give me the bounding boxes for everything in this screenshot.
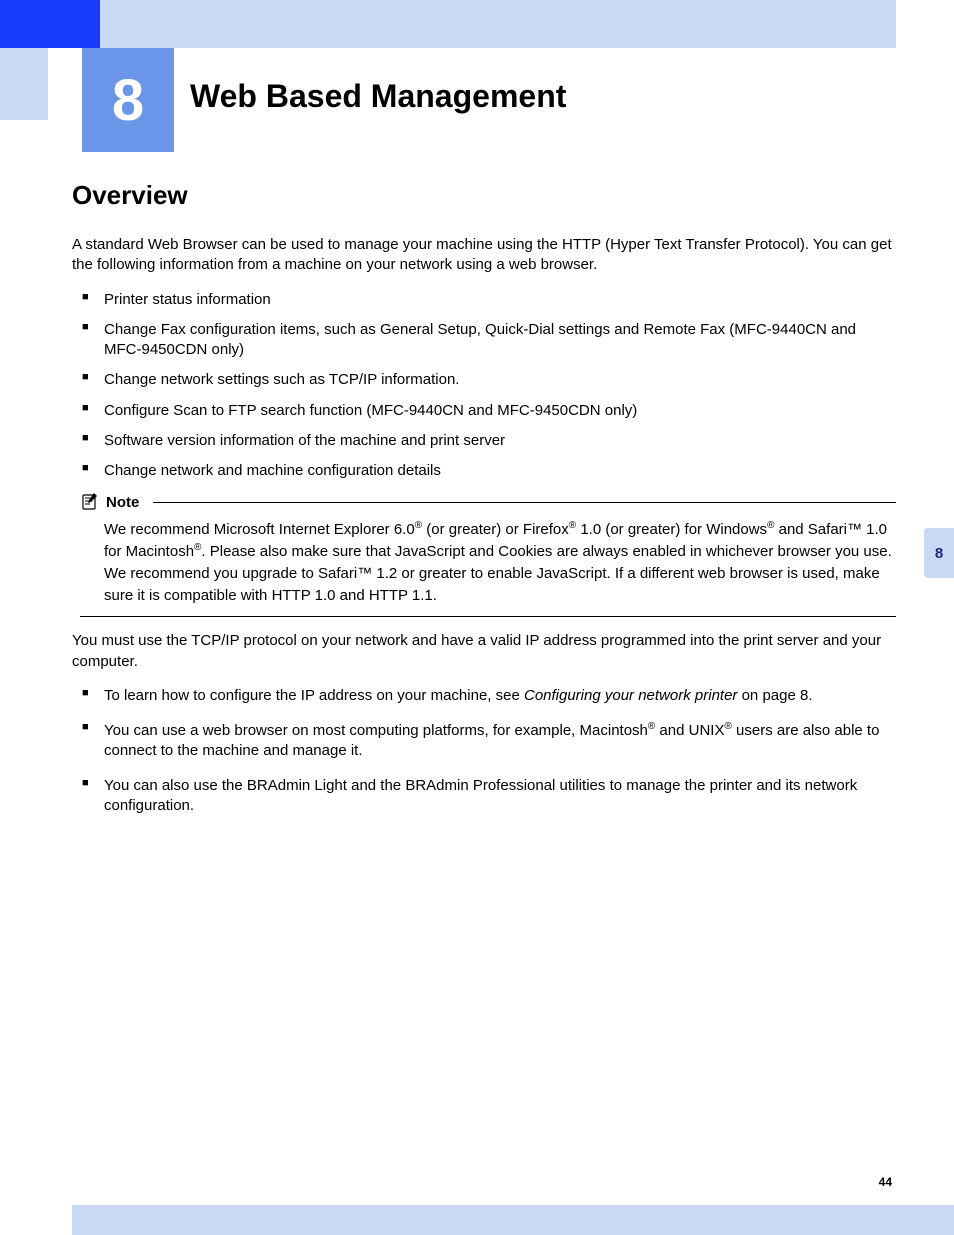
note-text: . Please also make sure that JavaScript … [104, 543, 892, 604]
bullet-text: To learn how to configure the IP address… [104, 687, 524, 704]
side-tab-number: 8 [935, 545, 943, 562]
overview-heading: Overview [72, 180, 896, 211]
list-item: To learn how to configure the IP address… [76, 686, 896, 706]
note-text: 1.0 (or greater) for Windows [576, 521, 767, 538]
note-label: Note [106, 494, 139, 511]
list-item: You can also use the BRAdmin Light and t… [76, 776, 896, 817]
chapter-number-box: 8 [82, 48, 174, 152]
list-item: Software version information of the mach… [76, 431, 896, 451]
note-block: Note We recommend Microsoft Internet Exp… [80, 493, 896, 617]
note-text: (or greater) or Firefox [422, 521, 569, 538]
note-divider-top [153, 502, 896, 503]
registered-mark: ® [724, 721, 731, 732]
bullet-text: You can use a web browser on most comput… [104, 722, 648, 739]
registered-mark: ® [415, 520, 422, 531]
note-icon [80, 493, 100, 511]
list-item: Change network settings such as TCP/IP i… [76, 370, 896, 390]
page-number: 44 [879, 1175, 892, 1189]
header-accent-right [100, 0, 896, 48]
chapter-title: Web Based Management [190, 78, 566, 115]
footer-accent-strip [72, 1205, 954, 1235]
list-item: Change Fax configuration items, such as … [76, 320, 896, 361]
chapter-number: 8 [112, 67, 144, 134]
overview-intro: A standard Web Browser can be used to ma… [72, 235, 896, 276]
chapter-side-tab[interactable]: 8 [924, 528, 954, 578]
main-content: Overview A standard Web Browser can be u… [72, 180, 896, 830]
bullet-text: and UNIX [655, 722, 724, 739]
note-header: Note [80, 493, 896, 511]
note-text: We recommend Microsoft Internet Explorer… [104, 521, 415, 538]
list-item: Change network and machine configuration… [76, 461, 896, 481]
left-accent-bar [0, 48, 48, 120]
list-item: Printer status information [76, 290, 896, 310]
post-note-paragraph: You must use the TCP/IP protocol on your… [72, 631, 896, 672]
bullet-text: on page 8. [737, 687, 812, 704]
header-accent-left [0, 0, 100, 48]
note-body: We recommend Microsoft Internet Explorer… [80, 515, 896, 617]
post-bullet-list: To learn how to configure the IP address… [72, 686, 896, 816]
list-item: You can use a web browser on most comput… [76, 720, 896, 762]
list-item: Configure Scan to FTP search function (M… [76, 401, 896, 421]
cross-reference-link[interactable]: Configuring your network printer [524, 687, 737, 704]
overview-bullet-list: Printer status information Change Fax co… [72, 290, 896, 482]
